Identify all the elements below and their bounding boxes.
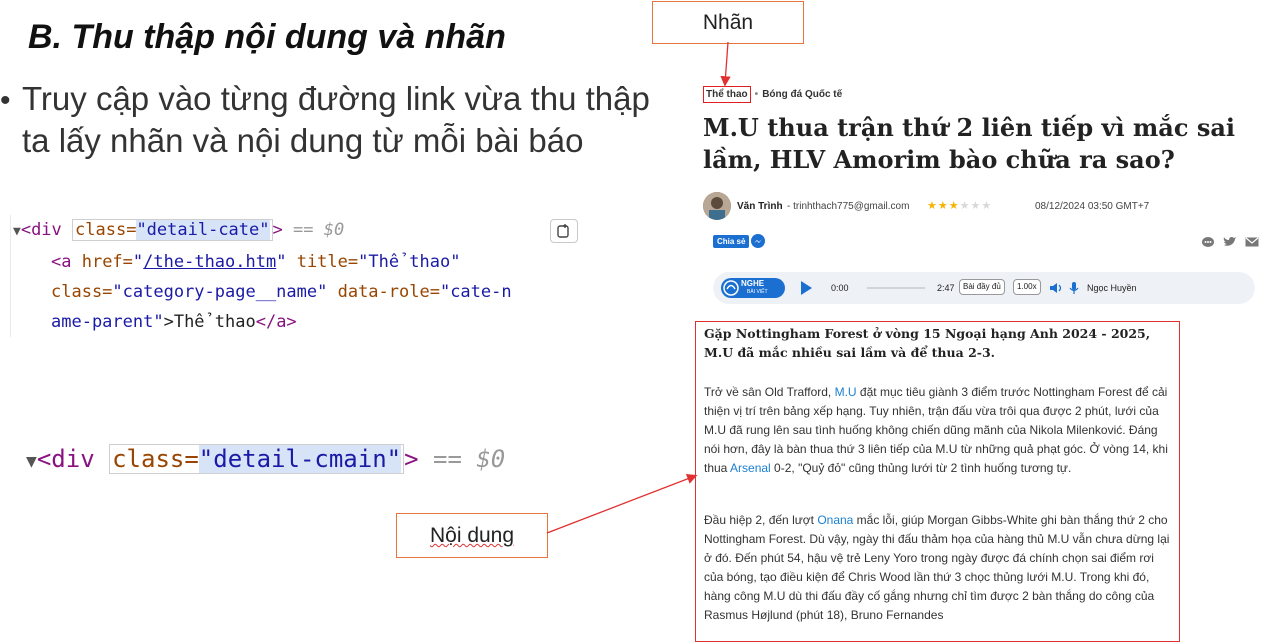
category-link[interactable]: Thể thao [703,86,751,103]
avatar[interactable] [703,192,731,220]
share-button[interactable]: Chia sẻ [713,235,750,248]
article-sapo: Gặp Nottingham Forest ở vòng 15 Ngoại hạ… [704,326,1151,360]
play-icon[interactable] [801,281,812,295]
voice-name[interactable]: Ngọc Huyền [1087,283,1137,293]
publish-date: 08/12/2024 03:50 GMT+7 [1035,201,1150,212]
listen-label: NGHE [741,279,765,288]
subcategory-link[interactable]: Bóng đá Quốc tế [762,89,842,100]
twitter-icon[interactable] [1223,236,1237,248]
time-total: 2:47 [937,283,955,293]
volume-icon[interactable] [1049,281,1063,295]
article-content-box: Gặp Nottingham Forest ở vòng 15 Ngoại hạ… [695,321,1180,642]
listen-sublabel: BÀI VIẾT [747,289,768,295]
audio-player: NGHE BÀI VIẾT 0:00 2:47 Bài đầy đủ 1.00x… [713,272,1255,304]
arrow-to-content [546,473,698,534]
author-email: - trinhthach775@gmail.com [787,201,910,212]
breadcrumb: Thể thao • Bóng đá Quốc tế [703,86,842,103]
keyword-link[interactable]: M.U [835,385,857,399]
article-title: M.U thua trận thứ 2 liên tiếp vì mắc sai… [703,113,1236,174]
time-current: 0:00 [831,283,849,293]
share-row: Chia sẻ [713,232,1263,252]
speed-button[interactable]: 1.00x [1013,279,1041,295]
news-article: Thể thao • Bóng đá Quốc tế M.U thua trận t… [695,84,1288,644]
messenger-icon[interactable] [751,234,765,248]
author-name[interactable]: Văn Trình [737,201,783,212]
author-rating: ★★★★★★ [927,200,993,212]
microphone-icon[interactable] [1067,281,1081,295]
full-article-button[interactable]: Bài đầy đủ [959,279,1005,295]
article-paragraph-2: Đầu hiệp 2, đến lượt Onana mắc lỗi, giúp… [704,511,1172,625]
paragraph-text: 0-2, "Quỷ đỏ" cũng thủng lưới từ 2 tình … [770,461,1072,475]
progress-track[interactable] [867,287,925,289]
paragraph-text: mắc lỗi, giúp Morgan Gibbs-White ghi bàn… [704,513,1170,622]
keyword-link[interactable]: Arsenal [730,461,771,475]
email-icon[interactable] [1245,236,1259,248]
paragraph-text: Đầu hiệp 2, đến lượt [704,513,818,527]
article-paragraph-1: Trở về sân Old Trafford, M.U đặt mục tiê… [704,383,1172,478]
keyword-link[interactable]: Onana [817,513,853,527]
paragraph-text: Trở về sân Old Trafford, [704,385,835,399]
arrow-to-label [720,41,731,87]
chat-icon[interactable] [1201,236,1215,248]
author-row: Văn Trình - trinhthach775@gmail.com ★★★★… [703,192,1283,222]
